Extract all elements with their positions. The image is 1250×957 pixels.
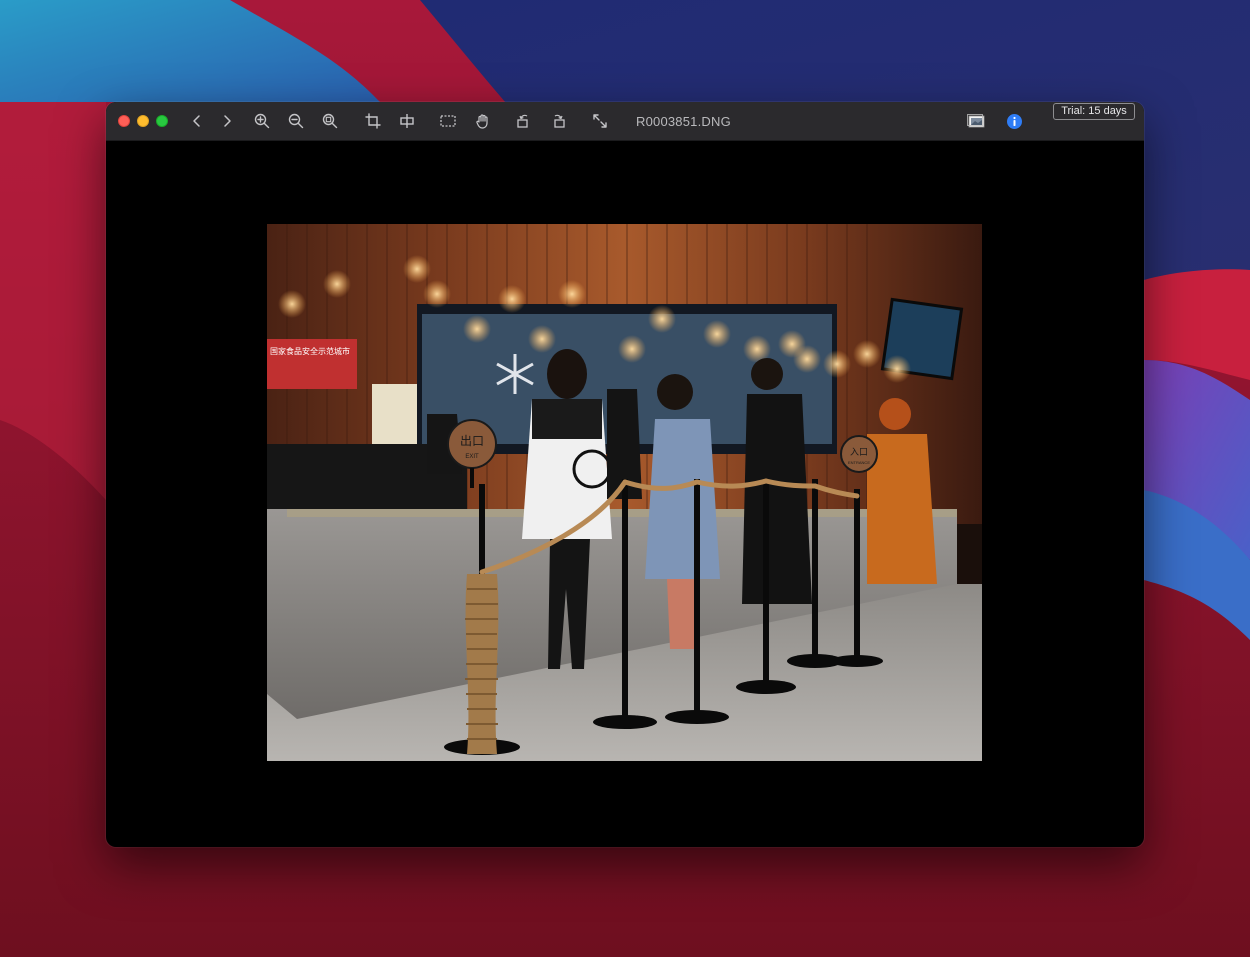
align-icon xyxy=(400,114,414,128)
minimize-window-button[interactable] xyxy=(137,115,149,127)
rotate-left-button[interactable] xyxy=(512,110,534,132)
chevron-left-icon xyxy=(193,115,200,127)
zoom-in-button[interactable] xyxy=(251,110,273,132)
expand-icon xyxy=(593,114,607,128)
document-title: R0003851.DNG xyxy=(636,114,731,129)
exit-sign-sublabel: EXIT xyxy=(465,454,479,460)
food-safety-banner: 国家食品安全示范城市 xyxy=(270,346,350,356)
align-button[interactable] xyxy=(396,110,418,132)
titlebar: R0003851.DNG Trial: 15 days xyxy=(106,102,1144,141)
chevron-right-icon xyxy=(224,115,231,127)
close-window-button[interactable] xyxy=(118,115,130,127)
trial-badge[interactable]: Trial: 15 days xyxy=(1053,103,1135,120)
select-rect-icon xyxy=(440,115,456,127)
maximize-window-button[interactable] xyxy=(156,115,168,127)
entrance-sign-sublabel: ENTRANCE xyxy=(848,460,870,465)
rope-wrapped-post xyxy=(465,574,499,754)
zoom-out-button[interactable] xyxy=(285,110,307,132)
next-image-button[interactable] xyxy=(216,110,238,132)
rotate-right-icon xyxy=(554,114,565,128)
hand-tool-button[interactable] xyxy=(472,110,494,132)
image-info-button[interactable] xyxy=(965,110,987,132)
crop-icon xyxy=(365,113,381,129)
rotate-right-button[interactable] xyxy=(548,110,570,132)
rotate-left-icon xyxy=(517,114,528,128)
hand-icon xyxy=(476,114,488,129)
photo-canvas: 出口 EXIT 入口 ENTRANCE 国家食品安全示范城市 xyxy=(267,224,982,761)
image-info-icon xyxy=(967,114,985,128)
entrance-sign-label: 入口 xyxy=(850,447,868,457)
preview-window: R0003851.DNG Trial: 15 days 出口 EXIT 入口 E… xyxy=(106,102,1144,847)
exit-sign-label: 出口 xyxy=(460,434,484,448)
fullscreen-button[interactable] xyxy=(589,110,611,132)
crop-button[interactable] xyxy=(362,110,384,132)
zoom-in-icon xyxy=(254,113,270,129)
info-circle-icon xyxy=(1006,113,1022,129)
entrance-sign: 入口 ENTRANCE xyxy=(840,435,878,473)
previous-image-button[interactable] xyxy=(186,110,208,132)
info-button[interactable] xyxy=(1003,110,1025,132)
zoom-fit-icon xyxy=(322,113,338,129)
zoom-out-icon xyxy=(288,113,304,129)
select-rect-button[interactable] xyxy=(437,110,459,132)
zoom-fit-button[interactable] xyxy=(319,110,341,132)
